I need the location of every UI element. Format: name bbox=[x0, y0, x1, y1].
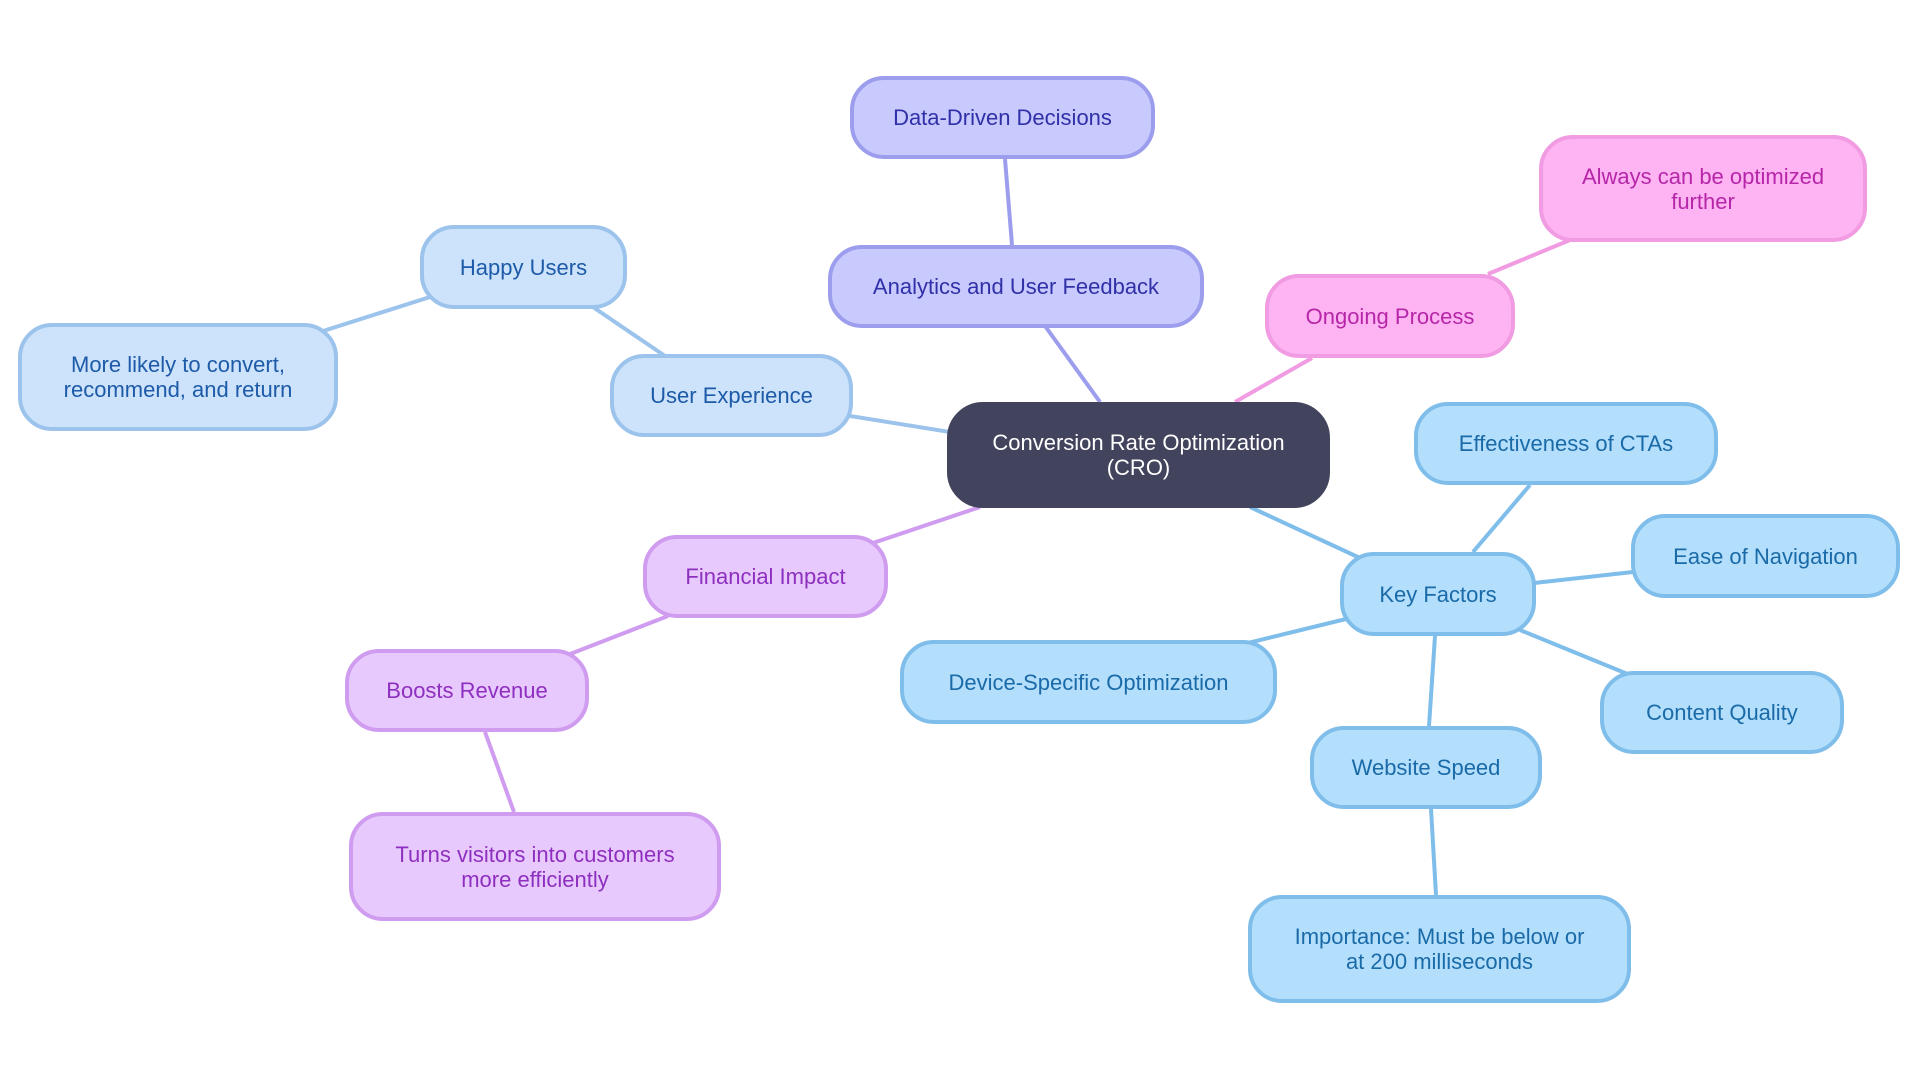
node-analytics-user-feedback[interactable]: Analytics and User Feedback bbox=[828, 245, 1204, 328]
edge-key-cta bbox=[1471, 483, 1532, 554]
node-content-quality[interactable]: Content Quality bbox=[1600, 671, 1844, 754]
edge-key-device bbox=[1247, 617, 1347, 645]
node-key-factors[interactable]: Key Factors bbox=[1340, 552, 1536, 636]
edge-root-financial bbox=[869, 505, 981, 546]
edge-root-ongoing bbox=[1234, 356, 1313, 404]
node-device-specific-optimization[interactable]: Device-Specific Optimization bbox=[900, 640, 1277, 724]
edge-root-analytics bbox=[1043, 324, 1102, 404]
edge-ux-happy bbox=[588, 303, 667, 358]
edge-root-key bbox=[1249, 505, 1361, 560]
node-website-speed[interactable]: Website Speed bbox=[1310, 726, 1542, 809]
edge-ongoing-always bbox=[1487, 238, 1571, 276]
node-turns-visitors[interactable]: Turns visitors into customers more effic… bbox=[349, 812, 721, 921]
edge-key-speed bbox=[1427, 635, 1437, 727]
edge-key-content bbox=[1519, 628, 1631, 677]
edge-financial-boosts bbox=[564, 614, 669, 658]
node-data-driven-decisions[interactable]: Data-Driven Decisions bbox=[850, 76, 1155, 159]
edge-speed-importance bbox=[1429, 808, 1438, 896]
node-boosts-revenue[interactable]: Boosts Revenue bbox=[345, 649, 589, 732]
node-ease-of-navigation[interactable]: Ease of Navigation bbox=[1631, 514, 1900, 598]
node-financial-impact[interactable]: Financial Impact bbox=[643, 535, 888, 618]
edge-analytics-datadriven bbox=[1003, 158, 1014, 246]
edge-happy-likely bbox=[319, 295, 431, 334]
node-effectiveness-ctas[interactable]: Effectiveness of CTAs bbox=[1414, 402, 1718, 485]
node-importance-200ms[interactable]: Importance: Must be below or at 200 mill… bbox=[1248, 895, 1631, 1003]
node-ongoing-process[interactable]: Ongoing Process bbox=[1265, 274, 1515, 358]
node-root-cro[interactable]: Conversion Rate Optimization (CRO) bbox=[947, 402, 1330, 508]
edge-boosts-turns bbox=[483, 731, 516, 813]
edge-key-nav bbox=[1533, 570, 1634, 585]
node-more-likely-to-convert[interactable]: More likely to convert, recommend, and r… bbox=[18, 323, 338, 431]
node-happy-users[interactable]: Happy Users bbox=[420, 225, 627, 309]
node-user-experience[interactable]: User Experience bbox=[610, 354, 853, 437]
node-always-optimized[interactable]: Always can be optimized further bbox=[1539, 135, 1867, 242]
